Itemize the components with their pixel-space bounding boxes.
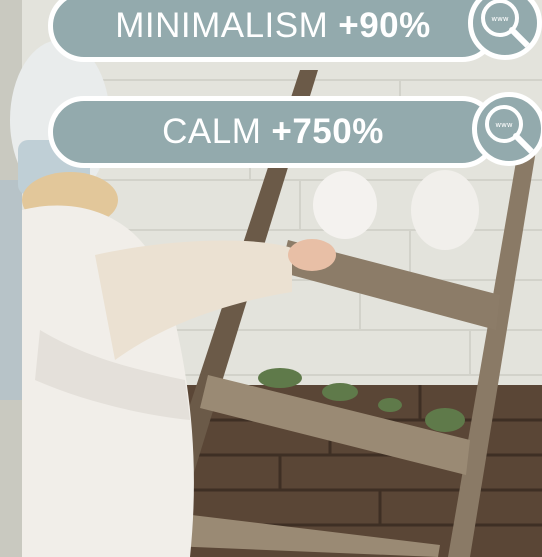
search-www-icon: www	[472, 92, 542, 166]
calm-tag: CALM +750%	[48, 96, 498, 168]
tag-percent: +90%	[338, 6, 431, 45]
minimalism-tag: MINIMALISM +90%	[48, 0, 498, 62]
graphic-canvas: MINIMALISM +90% www CALM +750% www	[0, 0, 542, 557]
tag-percent: +750%	[271, 112, 384, 151]
www-label: www	[495, 121, 512, 129]
magnifier-icon: www	[481, 0, 532, 50]
background-photo	[0, 0, 542, 557]
tag-word: MINIMALISM	[115, 6, 329, 45]
magnifier-icon: www	[485, 105, 536, 156]
tag-word: CALM	[162, 112, 262, 151]
www-label: www	[491, 15, 508, 23]
